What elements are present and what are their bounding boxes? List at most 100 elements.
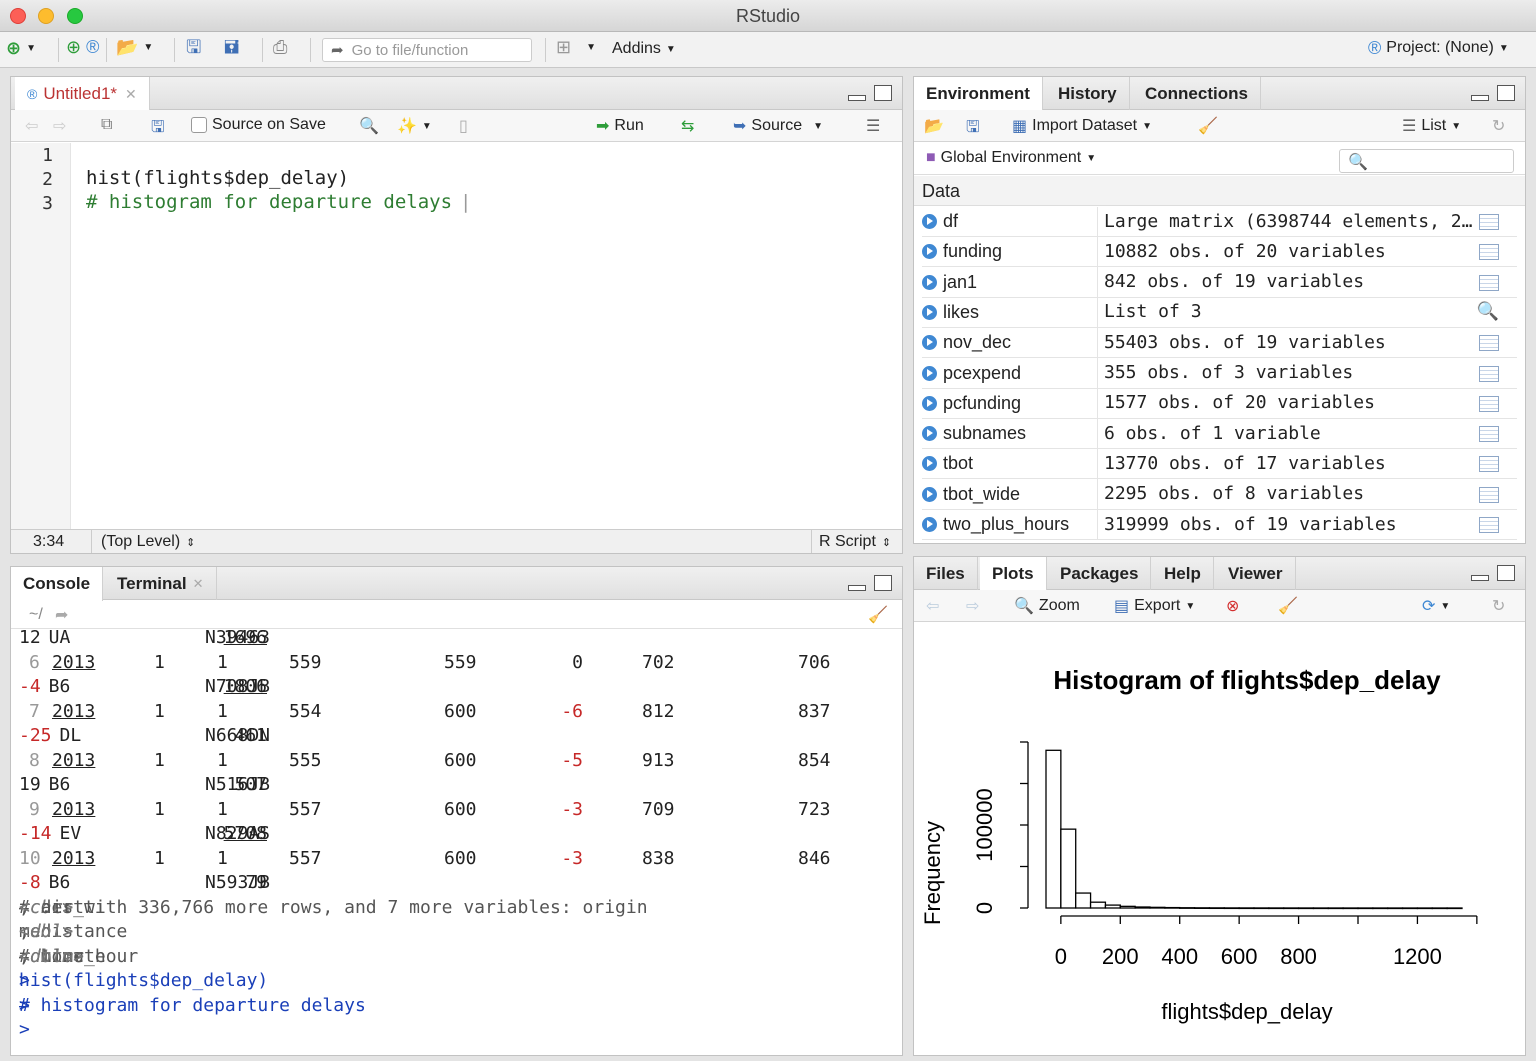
view-table-icon[interactable] (1479, 274, 1499, 291)
forward-button[interactable]: ⇨ (53, 116, 66, 136)
console-output[interactable]: 12 UA 1696 N39463 6 2013 1 1 559 559 0 702 706 -4 B6 18… (11, 627, 902, 1055)
tab-connections[interactable]: Connections (1133, 77, 1261, 110)
expand-icon[interactable] (922, 214, 937, 229)
view-table-icon[interactable] (1479, 486, 1499, 503)
load-workspace-button[interactable]: 📂 (924, 116, 944, 136)
expand-icon[interactable] (922, 244, 937, 260)
tab-history[interactable]: History (1046, 77, 1130, 110)
expand-icon[interactable] (922, 335, 937, 351)
refresh-plot-button[interactable]: ↻ (1492, 596, 1505, 616)
code-editor[interactable]: 1 2 3 hist(flights$dep_delay) # histogra… (11, 143, 902, 529)
layout-button[interactable]: ⊞ ▼ (556, 38, 596, 56)
view-mode-selector[interactable]: ☰ List ▼ (1402, 116, 1461, 136)
new-file-button[interactable]: ⊕ ▼ (6, 39, 36, 57)
expand-icon[interactable] (922, 517, 937, 532)
import-dataset-button[interactable]: ▦ Import Dataset ▼ (1012, 116, 1152, 136)
addins-menu[interactable]: Addins ▼ (612, 40, 676, 58)
tab-packages[interactable]: Packages (1048, 557, 1152, 590)
close-tab-icon[interactable]: ✕ (125, 86, 137, 103)
file-type-selector[interactable]: R Script ⇕ (819, 533, 891, 551)
maximize-pane-button[interactable] (1497, 565, 1515, 581)
view-table-icon[interactable] (1479, 335, 1499, 352)
tab-console[interactable]: Console (11, 567, 104, 601)
env-row-jan1[interactable]: jan1 842 obs. of 19 variables (922, 267, 1517, 298)
find-button[interactable]: 🔍 (359, 116, 379, 136)
zoom-button[interactable]: 🔍 Zoom (1014, 596, 1080, 616)
expand-icon[interactable] (922, 304, 937, 320)
go-to-file-input[interactable]: ➦ Go to file/function (322, 38, 532, 62)
tab-viewer[interactable]: Viewer (1216, 557, 1296, 590)
env-row-df[interactable]: df Large matrix (6398744 elements, 24... (922, 206, 1517, 237)
remove-plot-button[interactable]: ⊗ (1226, 596, 1239, 616)
clear-workspace-button[interactable]: 🧹 (1198, 116, 1218, 136)
cell-year: 2013 (52, 847, 96, 869)
expand-icon[interactable] (922, 426, 937, 442)
env-row-subnames[interactable]: subnames 6 obs. of 1 variable (922, 418, 1517, 450)
outline-button[interactable]: ☰ (866, 116, 880, 136)
env-row-pcfunding[interactable]: pcfunding 1577 obs. of 20 variables (922, 388, 1517, 419)
expand-icon[interactable] (922, 486, 937, 502)
compile-report-button[interactable]: ▯ (459, 116, 468, 136)
env-row-tbot[interactable]: tbot 13770 obs. of 17 variables (922, 448, 1517, 480)
go-to-directory-icon[interactable]: ➦ (55, 605, 68, 625)
expand-icon[interactable] (922, 395, 937, 411)
save-file-button[interactable]: 🖫 (151, 116, 165, 143)
global-env-selector[interactable]: ■ Global Environment ▼ (926, 149, 1096, 167)
env-row-nov_dec[interactable]: nov_dec 55403 obs. of 19 variables (922, 327, 1517, 359)
view-table-icon[interactable] (1479, 244, 1499, 261)
back-button[interactable]: ⇦ (25, 116, 38, 136)
env-row-pcexpend[interactable]: pcexpend 355 obs. of 3 variables (922, 358, 1517, 389)
maximize-pane-button[interactable] (874, 575, 892, 591)
expand-icon[interactable] (922, 274, 937, 290)
env-search-input[interactable]: 🔍 (1339, 149, 1514, 173)
tab-plots[interactable]: Plots (980, 557, 1047, 591)
env-row-likes[interactable]: likes List of 3 🔍 (922, 297, 1517, 328)
source-on-save-checkbox[interactable]: Source on Save (191, 116, 326, 134)
env-row-funding[interactable]: funding 10882 obs. of 20 variables (922, 236, 1517, 268)
prompt: > (19, 1019, 30, 1040)
previous-plot-button[interactable]: ⇦ (926, 596, 939, 616)
show-in-window-button[interactable]: ⧉ (101, 116, 112, 134)
clear-plots-button[interactable]: 🧹 (1278, 596, 1298, 616)
minimize-pane-button[interactable] (1471, 575, 1489, 581)
save-all-button[interactable]: 🖬 (224, 38, 239, 56)
source-button[interactable]: ➥ Source ▼ (733, 116, 823, 136)
save-workspace-button[interactable]: 🖫 (966, 116, 980, 143)
tab-environment[interactable]: Environment (914, 77, 1043, 111)
close-tab-icon[interactable]: ✕ (193, 576, 204, 592)
tab-help[interactable]: Help (1152, 557, 1214, 590)
maximize-pane-button[interactable] (1497, 85, 1515, 101)
minimize-pane-button[interactable] (848, 585, 866, 591)
expand-icon[interactable] (922, 365, 937, 381)
export-button[interactable]: ▤ Export ▼ (1114, 596, 1195, 616)
print-button[interactable]: ⎙ (273, 38, 287, 56)
minimize-pane-button[interactable] (1471, 95, 1489, 101)
tab-files[interactable]: Files (914, 557, 978, 590)
search-icon[interactable]: 🔍 (1477, 301, 1499, 322)
scope-selector[interactable]: (Top Level) ⇕ (101, 533, 195, 551)
tab-terminal[interactable]: Terminal ✕ (105, 567, 217, 600)
tab-untitled1[interactable]: ® Untitled1* ✕ (15, 77, 150, 111)
view-table-icon[interactable] (1479, 517, 1499, 533)
next-plot-button[interactable]: ⇨ (966, 596, 979, 616)
project-menu[interactable]: ® Project: (None) ▼ (1368, 39, 1509, 57)
view-table-icon[interactable] (1479, 214, 1499, 230)
refresh-env-button[interactable]: ↻ (1492, 116, 1505, 136)
view-table-icon[interactable] (1479, 456, 1499, 473)
code-tools-button[interactable]: ✨ ▼ (397, 116, 432, 136)
save-button[interactable]: 🖫 (186, 38, 201, 56)
new-project-button[interactable]: ⊕ ® (66, 38, 99, 56)
publish-button[interactable]: ⟳ ▼ (1422, 596, 1450, 616)
minimize-pane-button[interactable] (848, 95, 866, 101)
view-table-icon[interactable] (1479, 395, 1499, 412)
view-table-icon[interactable] (1479, 426, 1499, 443)
run-button[interactable]: ➡ Run (596, 116, 644, 136)
env-row-tbot_wide[interactable]: tbot_wide 2295 obs. of 8 variables (922, 479, 1517, 510)
open-file-button[interactable]: 📂 ▼ (116, 38, 153, 56)
env-row-two_plus_hours[interactable]: two_plus_hours 319999 obs. of 19 variable… (922, 509, 1517, 540)
expand-icon[interactable] (922, 456, 937, 472)
rerun-button[interactable]: ⇆ (681, 116, 694, 136)
maximize-pane-button[interactable] (874, 85, 892, 101)
view-table-icon[interactable] (1479, 365, 1499, 382)
clear-console-icon[interactable]: 🧹 (868, 605, 888, 625)
